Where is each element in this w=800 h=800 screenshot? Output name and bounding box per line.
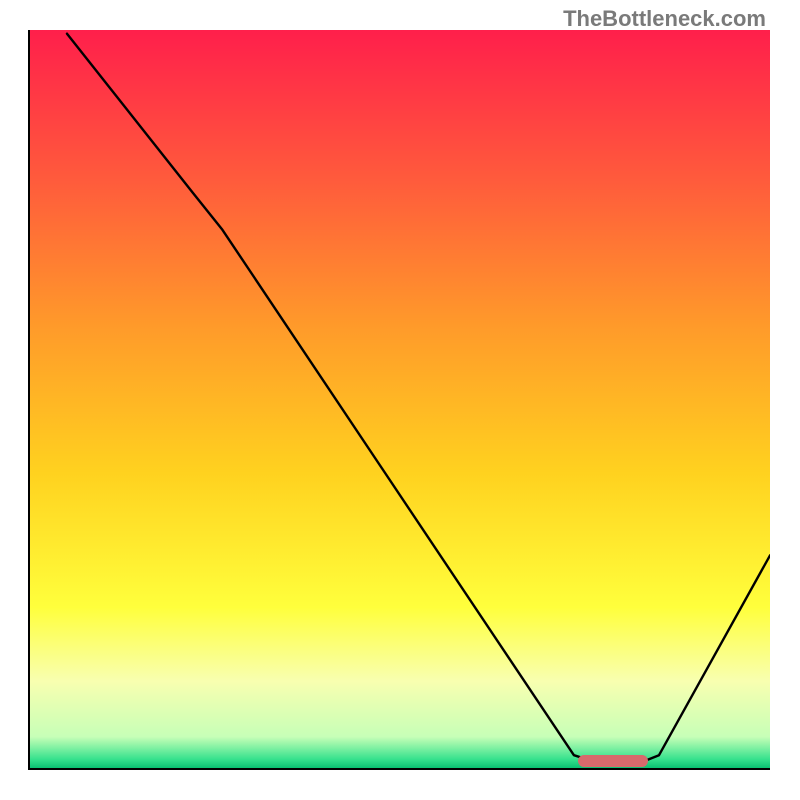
bottleneck-chart: TheBottleneck.com bbox=[0, 0, 800, 800]
optimal-range-marker bbox=[578, 755, 648, 767]
y-axis bbox=[28, 30, 30, 770]
x-axis bbox=[30, 768, 770, 770]
watermark-text: TheBottleneck.com bbox=[563, 6, 766, 32]
bottleneck-curve bbox=[30, 30, 770, 770]
plot-area bbox=[30, 30, 770, 770]
